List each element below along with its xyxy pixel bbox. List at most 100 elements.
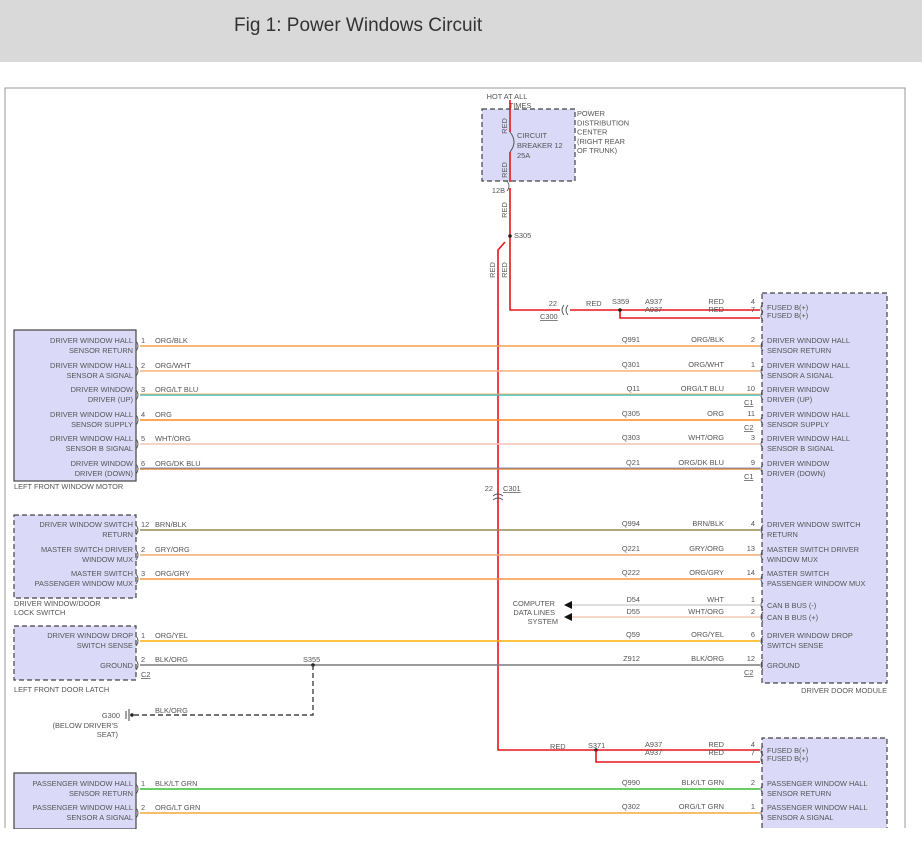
connector-c301-label: C301: [503, 484, 521, 493]
wire-color-label: ORG/WHT: [688, 360, 724, 369]
circuit-label: Q990: [622, 778, 640, 787]
pin-label: 2: [141, 545, 145, 554]
pin-label: 12: [141, 520, 149, 529]
pin-label: 2: [141, 361, 145, 370]
circuit-breaker-label: CIRCUIT: [517, 131, 547, 140]
circuit-label: Q222: [622, 568, 640, 577]
computer-data-lines-label: COMPUTER: [513, 599, 555, 608]
connector-pin-label: 22: [485, 484, 493, 493]
wire-color-label: WHT/ORG: [688, 433, 724, 442]
wire-color-label: ORG/BLK: [155, 336, 188, 345]
pin-label: 2: [141, 655, 145, 664]
connector-label: C2: [141, 670, 150, 679]
wire-color-label: WHT/ORG: [688, 607, 724, 616]
left-pin-label: RETURN: [102, 530, 133, 539]
wire-color-label: RED: [550, 742, 566, 751]
wire-color-label: ORG/LT GRN: [679, 802, 724, 811]
circuit-label: Q221: [622, 544, 640, 553]
wire-color-label: ORG/BLK: [691, 335, 724, 344]
circuit-label: Z912: [623, 654, 640, 663]
pin-label: 4: [141, 410, 145, 419]
left-pin-label: SENSOR A SIGNAL: [66, 813, 133, 822]
pin-label: 3: [141, 569, 145, 578]
ground-location-label: (BELOW DRIVER'S: [53, 721, 119, 730]
pin-label: 2: [751, 607, 755, 616]
circuit-label: Q59: [626, 630, 640, 639]
left-pin-label: DRIVER WINDOW HALL: [50, 336, 133, 345]
wire-red: [595, 750, 760, 763]
wire-color-label: RED: [488, 262, 497, 278]
left-component-label: LOCK SWITCH: [14, 608, 65, 617]
circuit-label: Q301: [622, 360, 640, 369]
pin-label: 2: [751, 335, 755, 344]
left-pin-label: DRIVER WINDOW HALL: [50, 434, 133, 443]
circuit-breaker-label: 25A: [517, 151, 530, 160]
left-pin-label: SENSOR A SIGNAL: [66, 371, 133, 380]
pin-label: 11: [747, 409, 755, 418]
pin-label: 1: [751, 802, 755, 811]
circuit-label: Q994: [622, 519, 640, 528]
pin-label: 9: [751, 458, 755, 467]
module-pin-label: SENSOR RETURN: [767, 346, 831, 355]
module-pin-label: DRIVER WINDOW HALL: [767, 434, 850, 443]
wire-color-label: BLK/ORG: [155, 706, 188, 715]
left-pin-label: DRIVER WINDOW SWITCH: [39, 520, 133, 529]
left-pin-label: PASSENGER WINDOW MUX: [35, 579, 133, 588]
pin-label: 5: [141, 434, 145, 443]
module-pin-label: SENSOR A SIGNAL: [767, 371, 834, 380]
connector-label: C2: [744, 423, 753, 432]
wire-color-label: ORG/GRY: [155, 569, 190, 578]
pin-label: 6: [141, 459, 145, 468]
wire-color-label: ORG/DK BLU: [155, 459, 201, 468]
module-pin-label: DRIVER WINDOW DROP: [767, 631, 853, 640]
pin-label: 2: [751, 778, 755, 787]
connector-label: C1: [744, 472, 753, 481]
ground-location-label: SEAT): [97, 730, 118, 739]
circuit-label: Q305: [622, 409, 640, 418]
circuit-label: Q21: [626, 458, 640, 467]
wire-color-label: BLK/LT GRN: [682, 778, 724, 787]
module-pin-label: DRIVER WINDOW: [767, 459, 829, 468]
pin-label: 6: [751, 630, 755, 639]
splice-label: S371: [588, 741, 605, 750]
module-pin-label: MASTER SWITCH DRIVER: [767, 545, 859, 554]
wire-color-label: BRN/BLK: [155, 520, 187, 529]
wire-color-label: ORG: [707, 409, 724, 418]
pdc-pin-label: 12B: [492, 186, 505, 195]
wire-red-feed: [509, 188, 560, 311]
hot-at-all-times-label: TIMES: [509, 101, 532, 110]
circuit-label: Q991: [622, 335, 640, 344]
wire-color-label: ORG/YEL: [691, 630, 724, 639]
wire-color-label: RED: [500, 202, 509, 218]
pin-label: 14: [747, 568, 755, 577]
circuit-label: A937: [645, 305, 662, 314]
pin-label: 1: [751, 595, 755, 604]
wire-color-label: ORG/YEL: [155, 631, 188, 640]
circuit-breaker-label: BREAKER 12: [517, 141, 563, 150]
wire-color-label: ORG/LT GRN: [155, 803, 200, 812]
module-pin-label: WINDOW MUX: [767, 555, 818, 564]
left-component-label: LEFT FRONT WINDOW MOTOR: [14, 482, 123, 491]
left-pin-label: PASSENGER WINDOW HALL: [33, 779, 133, 788]
page-bottom: [0, 829, 922, 851]
left-pin-label: DRIVER WINDOW: [71, 459, 133, 468]
pin-label: 1: [141, 779, 145, 788]
pdc-name-label: (RIGHT REAR: [577, 137, 625, 146]
wire-color-label: ORG/GRY: [689, 568, 724, 577]
wire-color-label: GRY/ORG: [689, 544, 724, 553]
connector-label: C2: [744, 668, 753, 677]
left-pin-label: SWITCH SENSE: [77, 641, 133, 650]
module-pin-label: DRIVER (UP): [767, 395, 812, 404]
module-pin-label: DRIVER WINDOW HALL: [767, 336, 850, 345]
pdc-name-label: DISTRIBUTION: [577, 118, 629, 127]
module-pin-label: CAN B BUS (-): [767, 601, 816, 610]
module-pin-label: DRIVER (DOWN): [767, 469, 825, 478]
wire-color-label: RED: [708, 305, 724, 314]
wire-color-label: RED: [500, 262, 509, 278]
wire-color-label: RED: [586, 299, 602, 308]
module-pin-label: SENSOR RETURN: [767, 789, 831, 798]
connector-pin-label: 22: [549, 299, 557, 308]
module-pin-label: DRIVER WINDOW HALL: [767, 410, 850, 419]
left-pin-label: DRIVER WINDOW HALL: [50, 410, 133, 419]
left-pin-label: SENSOR RETURN: [69, 789, 133, 798]
